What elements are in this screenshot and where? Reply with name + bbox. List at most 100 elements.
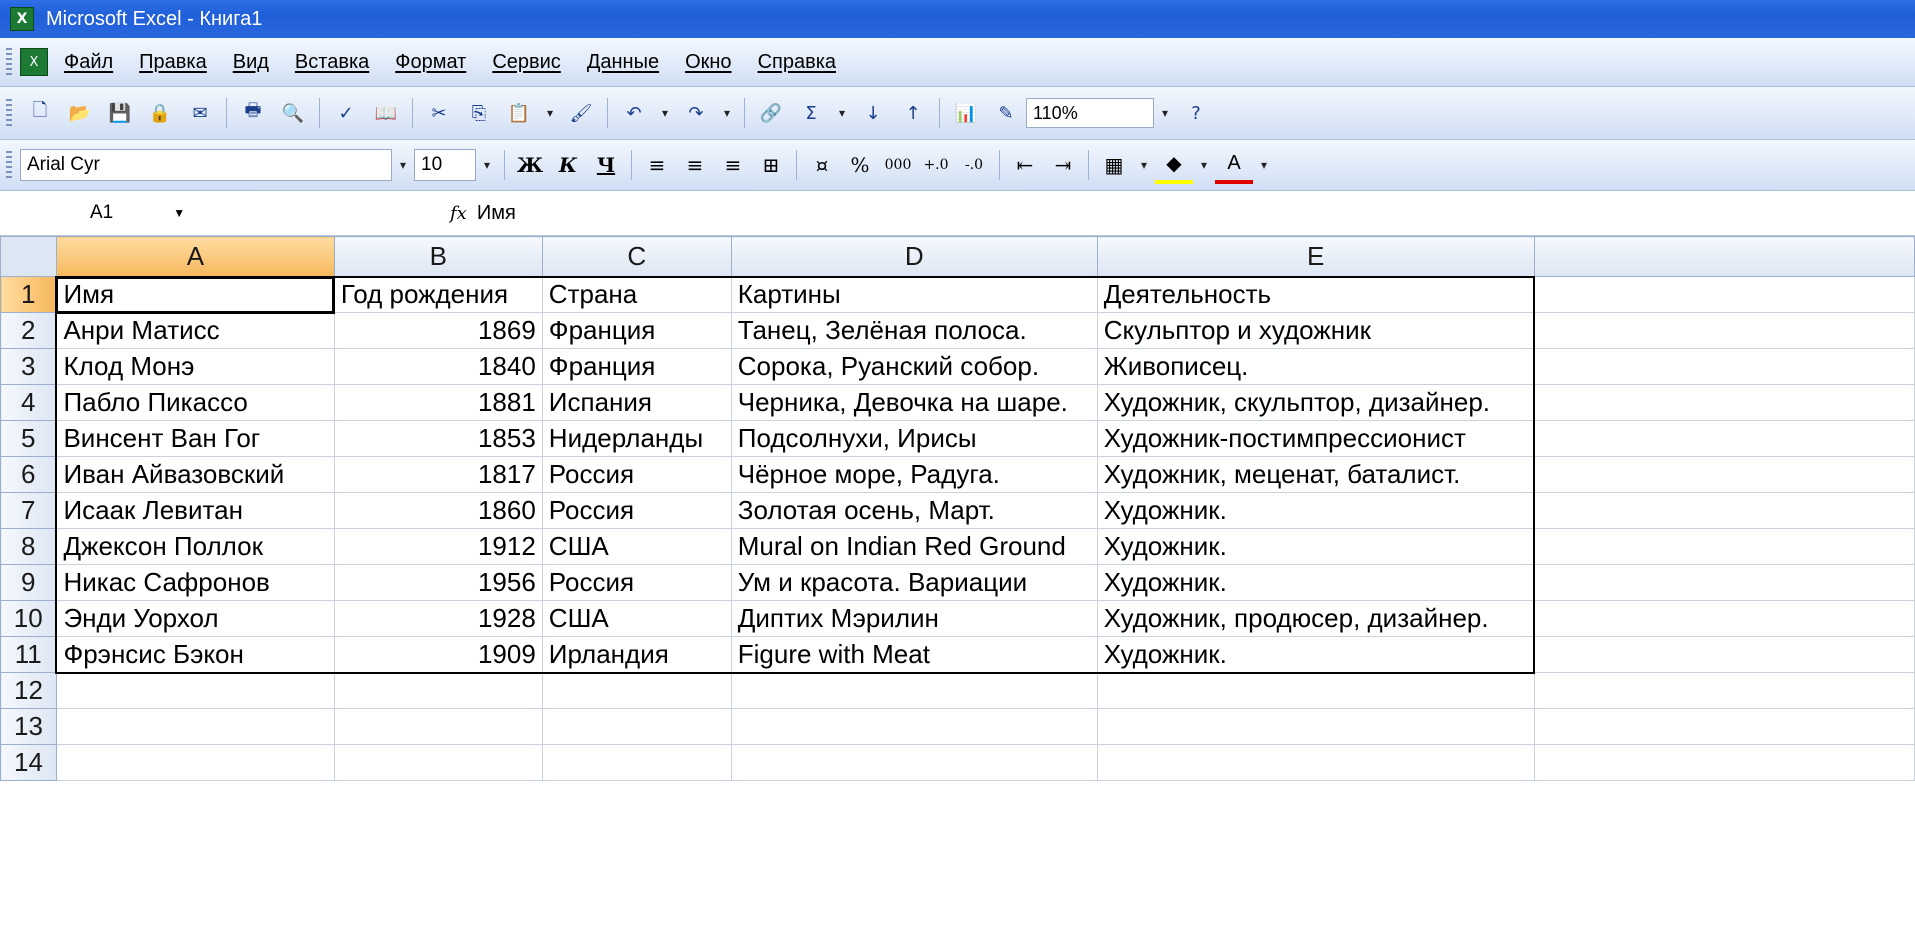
cell-f6[interactable] [1533,456,1915,493]
row-header[interactable]: 9 [0,564,57,601]
cell-d3[interactable]: Сорока, Руанский собор. [730,348,1098,385]
insert-function-icon[interactable]: fx [450,203,467,224]
cell-b9[interactable]: 1956 [333,564,543,601]
cell-b14[interactable] [333,744,543,781]
column-header-f[interactable] [1533,236,1915,277]
cell-d8[interactable]: Mural on Indian Red Ground [730,528,1098,565]
cell-d12[interactable] [730,672,1098,709]
research-icon[interactable]: 📖 [369,96,403,130]
cell-b7[interactable]: 1860 [333,492,543,529]
cell-e5[interactable]: Художник-постимпрессионист [1096,420,1536,457]
cell-f12[interactable] [1533,672,1915,709]
cell-e2[interactable]: Скульптор и художник [1096,312,1536,349]
cell-a10[interactable]: Энди Уорхол [55,600,335,637]
permission-icon[interactable]: 🔒 [143,96,177,130]
cell-a8[interactable]: Джексон Поллок [55,528,335,565]
cell-a1[interactable]: Имя [55,275,336,314]
increase-decimal-icon[interactable]: +.0 [917,148,955,182]
undo-dropdown-icon[interactable]: ▾ [654,98,676,128]
row-header[interactable]: 13 [0,708,57,745]
bold-icon[interactable]: Ж [511,148,549,182]
cell-b6[interactable]: 1817 [333,456,543,493]
column-header-b[interactable]: B [333,236,543,277]
fill-color-dropdown-icon[interactable]: ▾ [1193,150,1215,180]
autosum-dropdown-icon[interactable]: ▾ [831,98,853,128]
formula-input[interactable]: Имя [477,202,516,225]
print-preview-icon[interactable]: 🔍 [276,96,310,130]
menu-insert[interactable]: Вставка [295,51,369,74]
cell-b11[interactable]: 1909 [333,636,543,674]
thousands-separator-icon[interactable]: 000 [879,148,917,182]
column-header-d[interactable]: D [730,236,1098,277]
menu-file[interactable]: Файл [64,51,113,74]
row-header[interactable]: 8 [0,528,57,565]
name-box-dropdown-icon[interactable]: ▼ [173,206,185,220]
borders-dropdown-icon[interactable]: ▾ [1133,150,1155,180]
cell-c1[interactable]: Страна [541,275,732,313]
row-header[interactable]: 1 [0,276,57,313]
cell-c9[interactable]: Россия [541,564,732,601]
currency-icon[interactable]: ¤ [803,148,841,182]
cell-b8[interactable]: 1912 [333,528,543,565]
cell-e13[interactable] [1096,708,1535,745]
cell-b5[interactable]: 1853 [333,420,543,457]
cell-f11[interactable] [1533,636,1915,673]
cell-e14[interactable] [1096,744,1535,781]
spelling-icon[interactable]: ✓ [329,96,363,130]
cell-e11[interactable]: Художник. [1096,636,1536,674]
zoom-dropdown-icon[interactable]: ▾ [1154,98,1176,128]
cell-a4[interactable]: Пабло Пикассо [55,384,335,421]
zoom-select[interactable]: 110% [1026,98,1154,128]
column-header-a[interactable]: A [55,236,335,277]
cell-b13[interactable] [333,708,543,745]
align-center-icon[interactable]: ≡ [676,148,714,182]
sort-ascending-icon[interactable]: ↓ [856,96,890,130]
drawing-icon[interactable]: ✎ [989,96,1023,130]
row-header[interactable]: 3 [0,348,57,385]
cell-d9[interactable]: Ум и красота. Вариации [730,564,1098,601]
italic-icon[interactable]: К [549,148,587,182]
cell-e3[interactable]: Живописец. [1096,348,1536,385]
cell-a6[interactable]: Иван Айвазовский [55,456,335,493]
name-box[interactable]: A1 ▼ [90,198,280,228]
cell-c14[interactable] [541,744,732,781]
row-header[interactable]: 6 [0,456,57,493]
cell-b10[interactable]: 1928 [333,600,543,637]
cell-a7[interactable]: Исаак Левитан [55,492,335,529]
font-size-dropdown-icon[interactable]: ▾ [476,150,498,180]
cell-d13[interactable] [730,708,1098,745]
cell-f3[interactable] [1533,348,1915,385]
new-icon[interactable]: 🗋 [23,96,57,130]
row-header[interactable]: 5 [0,420,57,457]
undo-icon[interactable]: ↶ [617,96,651,130]
paste-icon[interactable]: 📋 [502,96,536,130]
redo-dropdown-icon[interactable]: ▾ [716,98,738,128]
toolbar-grip[interactable] [6,48,12,76]
cell-d10[interactable]: Диптих Мэрилин [730,600,1098,637]
menu-format[interactable]: Формат [395,51,466,74]
cell-b1[interactable]: Год рождения [333,275,543,313]
menu-view[interactable]: Вид [233,51,269,74]
menu-edit[interactable]: Правка [139,51,207,74]
cell-a3[interactable]: Клод Монэ [55,348,335,385]
cell-f2[interactable] [1533,312,1915,349]
paste-dropdown-icon[interactable]: ▾ [539,98,561,128]
menu-tools[interactable]: Сервис [492,51,561,74]
cell-c6[interactable]: Россия [541,456,732,493]
column-header-e[interactable]: E [1096,236,1535,277]
cell-d7[interactable]: Золотая осень, Март. [730,492,1098,529]
menu-data[interactable]: Данные [587,51,659,74]
workbook-icon[interactable]: X [20,48,48,76]
cell-d2[interactable]: Танец, Зелёная полоса. [730,312,1098,349]
cell-e7[interactable]: Художник. [1096,492,1536,529]
cell-a2[interactable]: Анри Матисс [55,312,335,349]
chart-wizard-icon[interactable]: 📊 [949,96,983,130]
row-header[interactable]: 11 [0,636,57,673]
toolbar-grip[interactable] [6,151,12,179]
percent-icon[interactable]: % [841,148,879,182]
fill-color-icon[interactable]: ◆ [1155,146,1193,184]
redo-icon[interactable]: ↷ [679,96,713,130]
copy-icon[interactable]: ⎘ [462,96,496,130]
cell-c5[interactable]: Нидерланды [541,420,732,457]
increase-indent-icon[interactable]: ⇥ [1044,148,1082,182]
